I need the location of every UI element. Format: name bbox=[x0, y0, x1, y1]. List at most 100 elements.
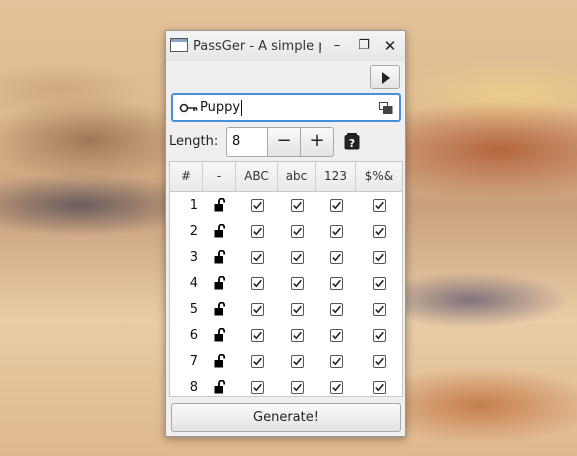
unlocked-padlock-icon[interactable] bbox=[214, 250, 226, 264]
lowercase-checkbox[interactable] bbox=[290, 354, 304, 368]
lowercase-cell[interactable] bbox=[278, 276, 316, 291]
digits-checkbox[interactable] bbox=[329, 354, 343, 368]
symbols-checkbox[interactable] bbox=[372, 224, 386, 238]
column-header-lock[interactable]: - bbox=[203, 162, 236, 191]
digits-checkbox[interactable] bbox=[329, 198, 343, 212]
lock-cell[interactable] bbox=[203, 224, 236, 239]
lowercase-checkbox[interactable] bbox=[290, 328, 304, 342]
digits-checkbox[interactable] bbox=[329, 328, 343, 342]
lowercase-checkbox[interactable] bbox=[290, 380, 304, 394]
symbols-cell[interactable] bbox=[356, 302, 402, 317]
symbols-checkbox[interactable] bbox=[372, 276, 386, 290]
symbols-cell[interactable] bbox=[356, 354, 402, 369]
lock-cell[interactable] bbox=[203, 302, 236, 317]
unlocked-padlock-icon[interactable] bbox=[214, 380, 226, 394]
minimize-button[interactable]: – bbox=[328, 37, 346, 55]
digits-cell[interactable] bbox=[316, 380, 356, 395]
uppercase-checkbox[interactable] bbox=[250, 380, 264, 394]
symbols-cell[interactable] bbox=[356, 224, 402, 239]
column-header-lowercase[interactable]: abc bbox=[278, 162, 316, 191]
increase-length-button[interactable]: + bbox=[300, 127, 334, 157]
maximize-button[interactable]: ❐ bbox=[355, 37, 373, 55]
unlocked-padlock-icon[interactable] bbox=[214, 354, 226, 368]
symbols-checkbox[interactable] bbox=[372, 302, 386, 316]
unlocked-padlock-icon[interactable] bbox=[214, 198, 226, 212]
lowercase-cell[interactable] bbox=[278, 198, 316, 213]
digits-cell[interactable] bbox=[316, 198, 356, 213]
digits-cell[interactable] bbox=[316, 328, 356, 343]
uppercase-cell[interactable] bbox=[236, 354, 278, 369]
lock-cell[interactable] bbox=[203, 250, 236, 265]
column-header-uppercase[interactable]: ABC bbox=[236, 162, 278, 191]
lock-cell[interactable] bbox=[203, 198, 236, 213]
lowercase-checkbox[interactable] bbox=[290, 302, 304, 316]
search-value[interactable]: Puppy bbox=[200, 100, 243, 116]
uppercase-cell[interactable] bbox=[236, 302, 278, 317]
lowercase-checkbox[interactable] bbox=[290, 250, 304, 264]
lowercase-cell[interactable] bbox=[278, 380, 316, 395]
lowercase-cell[interactable] bbox=[278, 328, 316, 343]
table-header: # - ABC abc 123 $%& bbox=[170, 162, 402, 192]
generate-button[interactable]: Generate! bbox=[171, 403, 401, 432]
uppercase-checkbox[interactable] bbox=[250, 328, 264, 342]
digits-checkbox[interactable] bbox=[329, 276, 343, 290]
digits-checkbox[interactable] bbox=[329, 380, 343, 394]
symbols-checkbox[interactable] bbox=[372, 380, 386, 394]
lock-cell[interactable] bbox=[203, 276, 236, 291]
symbols-checkbox[interactable] bbox=[372, 198, 386, 212]
uppercase-cell[interactable] bbox=[236, 224, 278, 239]
symbols-checkbox[interactable] bbox=[372, 328, 386, 342]
lowercase-cell[interactable] bbox=[278, 224, 316, 239]
play-button[interactable] bbox=[370, 65, 400, 89]
symbols-cell[interactable] bbox=[356, 250, 402, 265]
lock-cell[interactable] bbox=[203, 328, 236, 343]
digits-cell[interactable] bbox=[316, 276, 356, 291]
lock-cell[interactable] bbox=[203, 380, 236, 395]
digits-cell[interactable] bbox=[316, 354, 356, 369]
lowercase-checkbox[interactable] bbox=[290, 198, 304, 212]
uppercase-cell[interactable] bbox=[236, 276, 278, 291]
symbols-checkbox[interactable] bbox=[372, 354, 386, 368]
uppercase-checkbox[interactable] bbox=[250, 276, 264, 290]
lowercase-cell[interactable] bbox=[278, 354, 316, 369]
unlocked-padlock-icon[interactable] bbox=[214, 302, 226, 316]
column-header-number[interactable]: # bbox=[170, 162, 203, 191]
length-input[interactable]: 8 bbox=[226, 127, 268, 157]
column-header-digits[interactable]: 123 bbox=[316, 162, 356, 191]
digits-checkbox[interactable] bbox=[329, 224, 343, 238]
uppercase-cell[interactable] bbox=[236, 198, 278, 213]
symbols-checkbox[interactable] bbox=[372, 250, 386, 264]
uppercase-checkbox[interactable] bbox=[250, 198, 264, 212]
uppercase-checkbox[interactable] bbox=[250, 354, 264, 368]
symbols-cell[interactable] bbox=[356, 276, 402, 291]
digits-checkbox[interactable] bbox=[329, 302, 343, 316]
close-button[interactable]: ✕ bbox=[381, 37, 399, 55]
lowercase-checkbox[interactable] bbox=[290, 224, 304, 238]
unlocked-padlock-icon[interactable] bbox=[214, 328, 226, 342]
title-bar[interactable]: PassGer - A simple password generator – … bbox=[166, 31, 405, 61]
lock-cell[interactable] bbox=[203, 354, 236, 369]
password-help-icon[interactable]: ? bbox=[344, 133, 360, 150]
uppercase-cell[interactable] bbox=[236, 250, 278, 265]
unlocked-padlock-icon[interactable] bbox=[214, 224, 226, 238]
digits-checkbox[interactable] bbox=[329, 250, 343, 264]
copy-icon[interactable] bbox=[379, 102, 393, 114]
digits-cell[interactable] bbox=[316, 302, 356, 317]
symbols-cell[interactable] bbox=[356, 328, 402, 343]
symbols-cell[interactable] bbox=[356, 198, 402, 213]
unlocked-padlock-icon[interactable] bbox=[214, 276, 226, 290]
uppercase-checkbox[interactable] bbox=[250, 302, 264, 316]
decrease-length-button[interactable]: − bbox=[267, 127, 301, 157]
lowercase-cell[interactable] bbox=[278, 250, 316, 265]
lowercase-cell[interactable] bbox=[278, 302, 316, 317]
digits-cell[interactable] bbox=[316, 250, 356, 265]
uppercase-checkbox[interactable] bbox=[250, 250, 264, 264]
digits-cell[interactable] bbox=[316, 224, 356, 239]
search-input[interactable]: Puppy bbox=[171, 93, 401, 122]
uppercase-cell[interactable] bbox=[236, 380, 278, 395]
uppercase-checkbox[interactable] bbox=[250, 224, 264, 238]
column-header-symbols[interactable]: $%& bbox=[356, 162, 402, 191]
lowercase-checkbox[interactable] bbox=[290, 276, 304, 290]
symbols-cell[interactable] bbox=[356, 380, 402, 395]
uppercase-cell[interactable] bbox=[236, 328, 278, 343]
